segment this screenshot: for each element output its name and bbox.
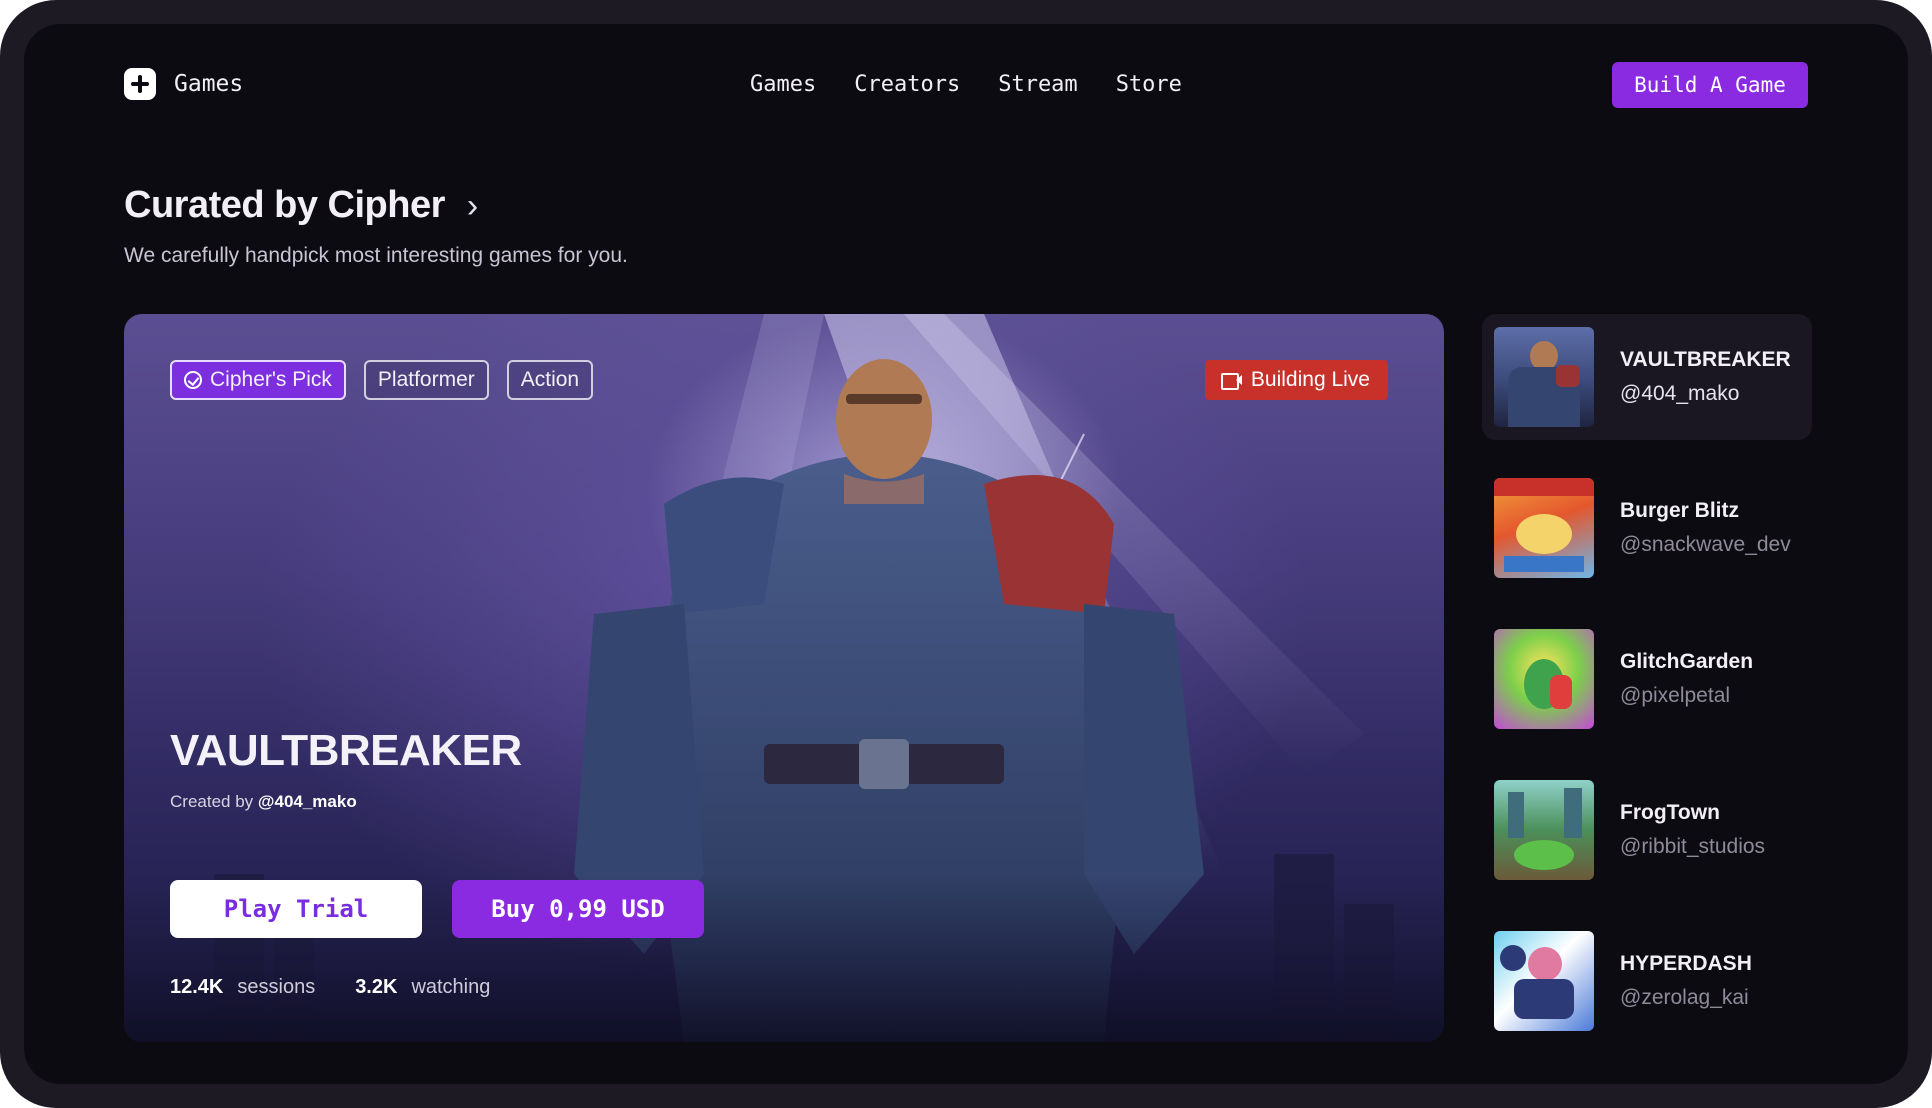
- game-name: GlitchGarden: [1620, 650, 1754, 673]
- live-label: Building Live: [1250, 368, 1370, 391]
- watching-label: watching: [411, 976, 491, 998]
- featured-title: VAULTBREAKER: [170, 726, 522, 775]
- curated-games-list: VAULTBREAKER @404_mako Burger Blitz @sna…: [1482, 314, 1812, 1069]
- app-screen: Games Games Creators Stream Store Build …: [24, 24, 1908, 1084]
- game-name: FrogTown: [1620, 801, 1720, 824]
- tag-list: Cipher's Pick Platformer Action: [170, 360, 594, 400]
- tag-label: Platformer: [377, 368, 475, 391]
- nav-games[interactable]: Games: [750, 68, 816, 102]
- game-thumbnail: [1494, 327, 1594, 427]
- build-a-game-button[interactable]: Build A Game: [1612, 62, 1808, 108]
- nav-stream[interactable]: Stream: [998, 68, 1077, 102]
- creator-handle[interactable]: @404_mako: [1620, 382, 1791, 406]
- featured-credit: Created by @404_mako: [170, 792, 357, 812]
- section-title: Curated by Cipher: [124, 184, 445, 226]
- created-by-prefix: Created by: [170, 792, 254, 811]
- tag-ciphers-pick[interactable]: Cipher's Pick: [170, 360, 346, 400]
- game-thumbnail: [1494, 478, 1594, 578]
- section-heading[interactable]: Curated by Cipher ›: [124, 184, 478, 227]
- game-name: VAULTBREAKER: [1620, 348, 1791, 371]
- list-item[interactable]: HYPERDASH @zerolag_kai: [1482, 918, 1812, 1044]
- check-circle-icon: [184, 371, 202, 389]
- list-item[interactable]: VAULTBREAKER @404_mako: [1482, 314, 1812, 440]
- creator-handle[interactable]: @pixelpetal: [1620, 684, 1753, 708]
- sessions-count: 12.4K: [170, 976, 224, 998]
- play-trial-button[interactable]: Play Trial: [170, 880, 422, 938]
- tag-action[interactable]: Action: [506, 360, 594, 400]
- video-camera-icon: [1220, 372, 1243, 390]
- creator-handle[interactable]: @ribbit_studios: [1620, 835, 1765, 859]
- game-thumbnail: [1494, 931, 1594, 1031]
- featured-game-card[interactable]: Cipher's Pick Platformer Action Building…: [124, 314, 1444, 1042]
- main-nav: Games Creators Stream Store: [750, 68, 1182, 102]
- list-item[interactable]: Burger Blitz @snackwave_dev: [1482, 465, 1812, 591]
- nav-creators[interactable]: Creators: [854, 68, 960, 102]
- game-thumbnail: [1494, 780, 1594, 880]
- device-frame: Games Games Creators Stream Store Build …: [0, 0, 1932, 1108]
- logo[interactable]: Games: [124, 68, 243, 100]
- game-name: HYPERDASH: [1620, 952, 1752, 975]
- buy-button[interactable]: Buy 0,99 USD: [452, 880, 704, 938]
- game-thumbnail: [1494, 629, 1594, 729]
- creator-handle[interactable]: @snackwave_dev: [1620, 533, 1791, 557]
- game-name: Burger Blitz: [1620, 499, 1740, 522]
- chevron-right-icon[interactable]: ›: [467, 189, 478, 223]
- watching-count: 3.2K: [355, 976, 398, 998]
- creator-handle-link[interactable]: @404_mako: [258, 792, 357, 811]
- logo-text: Games: [174, 71, 244, 97]
- list-item[interactable]: GlitchGarden @pixelpetal: [1482, 616, 1812, 742]
- building-live-badge[interactable]: Building Live: [1204, 360, 1388, 400]
- tag-label: Action: [520, 368, 580, 391]
- sessions-label: sessions: [237, 976, 316, 998]
- nav-store[interactable]: Store: [1116, 68, 1182, 102]
- list-item[interactable]: FrogTown @ribbit_studios: [1482, 767, 1812, 893]
- plus-logo-icon: [124, 68, 156, 100]
- tag-platformer[interactable]: Platformer: [363, 360, 489, 400]
- section-subtitle: We carefully handpick most interesting g…: [124, 244, 628, 267]
- creator-handle[interactable]: @zerolag_kai: [1620, 986, 1752, 1010]
- game-stats: 12.4K sessions 3.2K watching: [170, 976, 490, 999]
- tag-label: Cipher's Pick: [210, 368, 332, 391]
